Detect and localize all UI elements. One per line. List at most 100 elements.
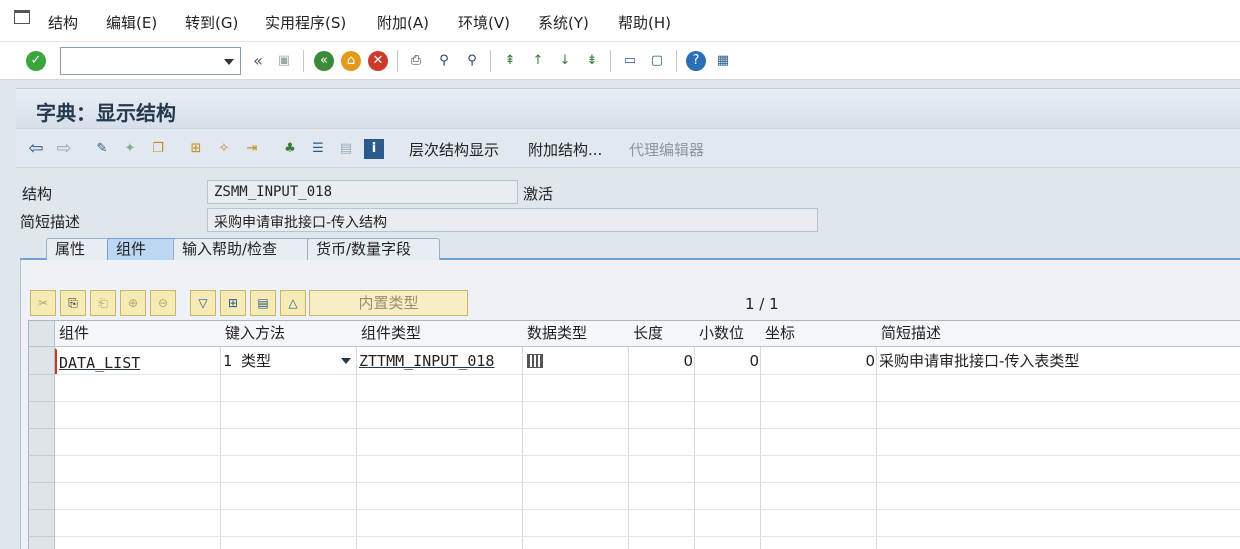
clipboard-icon[interactable]: ▤ [250,290,276,316]
enter-check-icon[interactable]: ✓ [26,51,46,71]
expand-icon[interactable]: ▽ [190,290,216,316]
application-toolbar: ⇦ ⇨ ✎ ✦ ❐ ⊞ ✧ ⇥ ♣ ☰ ▤ i 层次结构显示 附加结构... 代… [16,128,1240,168]
cell-data-type [523,348,629,374]
row-divider [55,428,1240,429]
description-field[interactable]: 采购申请审批接口-传入结构 [207,208,818,232]
header-component-type[interactable]: 组件类型 [357,321,523,347]
menu-help[interactable]: 帮助(H) [618,12,671,33]
object-list-icon[interactable]: ✧ [214,139,234,159]
tree-icon[interactable]: ☰ [308,139,328,159]
row-selector[interactable] [29,456,55,483]
row-divider [55,401,1240,402]
menu-environment[interactable]: 环境(V) [458,12,510,33]
status-label: 激活 [523,185,554,203]
collapse-icon[interactable]: △ [280,290,306,316]
hierarchy-display-button[interactable]: 层次结构显示 [409,139,499,160]
first-page-icon[interactable]: ⇞ [500,51,520,71]
row-divider [55,509,1240,510]
toolbar-separator [303,50,304,72]
standard-toolbar: ✓ « ▣ « ⌂ ✕ ⎙ ⚲ ⚲ ⇞ ↑ ↓ ⇟ ▭ ▢ ? ▦ [0,42,1240,80]
toolbar-separator [490,50,491,72]
menu-edit[interactable]: 编辑(E) [106,12,157,33]
tab-input-help-check[interactable]: 输入帮助/检查 [173,238,318,260]
back-icon[interactable]: « [314,51,334,71]
toolbar-separator [676,50,677,72]
find-next-icon[interactable]: ⚲ [462,51,482,71]
cell-component-type[interactable]: ZTTMM_INPUT_018 [357,348,523,374]
select-all-corner[interactable] [29,321,55,347]
menu-goto[interactable]: 转到(G) [185,12,238,33]
display-change-icon[interactable]: ✎ [92,139,112,159]
shortcut-icon[interactable]: ▢ [647,51,667,71]
structure-label: 结构 [22,185,53,203]
previous-page-icon[interactable]: ↑ [528,51,548,71]
delete-row-icon: ⊖ [150,290,176,316]
menu-system[interactable]: 系统(Y) [538,12,589,33]
detail-icon[interactable]: ⊞ [220,290,246,316]
tab-strip: 属性 组件 输入帮助/检查 货币/数量字段 [20,236,1240,260]
header-decimals[interactable]: 小数位 [695,321,761,347]
row-selector[interactable] [29,429,55,456]
info-icon[interactable]: i [364,139,384,159]
header-length[interactable]: 长度 [629,321,695,347]
table-icon: ▤ [339,141,353,156]
row-selector[interactable] [29,348,55,375]
row-selector[interactable] [29,402,55,429]
row-selector[interactable] [29,483,55,510]
toolbar-separator [397,50,398,72]
cell-decimals: 0 [749,352,759,370]
menu-utilities[interactable]: 实用程序(S) [265,12,346,33]
row-divider [55,374,1240,375]
append-structure-button[interactable]: 附加结构... [528,139,602,160]
menu-extras[interactable]: 附加(A) [377,12,429,33]
row-divider [55,482,1240,483]
structure-name-field[interactable]: ZSMM_INPUT_018 [207,180,518,204]
header-coordinate[interactable]: 坐标 [761,321,877,347]
cancel-icon[interactable]: ✕ [368,51,388,71]
builtin-type-button: 内置类型 [309,290,468,316]
header-typing-method[interactable]: 键入方法 [221,321,357,347]
cell-length: 0 [683,352,693,370]
header-description[interactable]: 简短描述 [877,321,1240,347]
print-icon[interactable]: ⎙ [406,51,426,71]
page-title: 字典：显示结构 [36,101,176,125]
table-type-icon [527,354,543,368]
row-divider [55,536,1240,537]
row-selector[interactable] [29,375,55,402]
find-icon[interactable]: ⚲ [434,51,454,71]
layout-menu-icon[interactable]: ▦ [713,51,733,71]
cell-description: 采购申请审批接口-传入表类型 [879,352,1080,370]
copy-icon[interactable]: ⎘ [60,290,86,316]
activate-icon[interactable]: ❐ [148,139,168,159]
last-page-icon[interactable]: ⇟ [582,51,602,71]
check-icon[interactable]: ✦ [120,139,140,159]
row-selector[interactable] [29,510,55,537]
insert-row-icon: ⊕ [120,290,146,316]
help-icon[interactable]: ? [686,51,706,71]
navigation-icon[interactable]: ⇥ [242,139,262,159]
chevron-down-icon[interactable] [341,358,351,364]
row-selector[interactable] [29,537,55,549]
system-menu-icon[interactable] [14,10,30,24]
command-field[interactable] [60,47,241,75]
cut-icon: ✂ [30,290,56,316]
menu-structure[interactable]: 结构 [48,12,78,33]
chevron-down-icon[interactable] [224,59,234,65]
new-session-icon[interactable]: ▭ [620,51,640,71]
exit-icon[interactable]: ⌂ [341,51,361,71]
header-component[interactable]: 组件 [55,321,221,347]
menu-bar: 结构 编辑(E) 转到(G) 实用程序(S) 附加(A) 环境(V) 系统(Y)… [0,0,1240,42]
cell-component[interactable]: DATA_LIST [55,348,221,374]
collapse-command-icon[interactable]: « [248,51,268,71]
header-data-type[interactable]: 数据类型 [523,321,629,347]
next-page-icon[interactable]: ↓ [555,51,575,71]
proxy-editor-button: 代理编辑器 [629,141,705,159]
tab-currency-quantity[interactable]: 货币/数量字段 [307,238,440,260]
typing-method-value: 1 类型 [223,352,272,370]
title-bar: 字典：显示结构 [16,88,1240,128]
hierarchy-icon[interactable]: ♣ [280,139,300,159]
components-table: 组件 键入方法 组件类型 数据类型 长度 小数位 坐标 简短描述 DATA_LI… [28,320,1240,549]
back-arrow-icon[interactable]: ⇦ [26,139,46,159]
cell-typing-method[interactable]: 1 类型 [221,348,357,374]
where-used-icon[interactable]: ⊞ [186,139,206,159]
